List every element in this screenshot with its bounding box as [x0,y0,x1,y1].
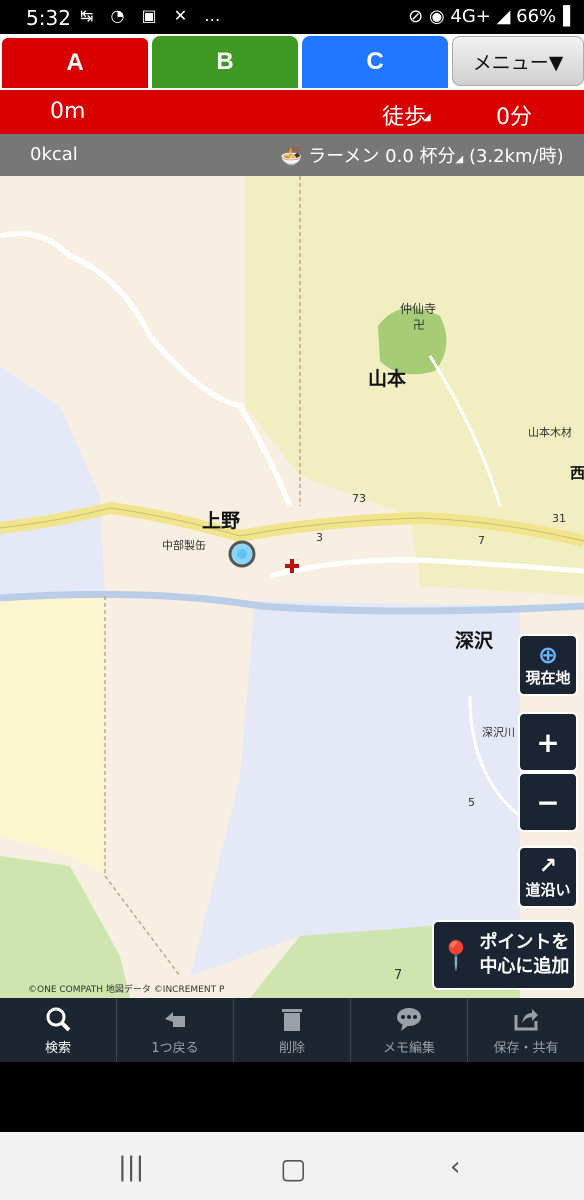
tab-a[interactable]: A [0,36,150,88]
add-point-center-button[interactable]: 📍 ポイントを 中心に追加 [432,920,576,990]
undo-label: 1つ戻る [151,1040,199,1056]
add-point-label-2: 中心に追加 [479,956,570,977]
route-summary-bar: 0m 徒歩 ◢ 0分 [0,90,584,134]
map-label-31: 31 [552,512,566,525]
blank-area [0,1062,584,1132]
map-label-fukasawa: 深沢 [455,630,494,652]
status-right-icons: ⊘ ◉ 4G+ ◢ 66%▐ [408,6,570,27]
map-area-blue-left [0,366,105,606]
save-share-button[interactable]: 保存・共有 [468,998,584,1062]
delete-button[interactable]: 削除 [234,998,351,1062]
along-road-label: 道沿い [525,880,571,899]
delete-label: 削除 [278,1040,305,1056]
travel-mode-selector[interactable]: 徒歩 [382,99,426,131]
minus-icon: − [536,785,560,819]
tab-c[interactable]: C [302,36,448,88]
map-pin-icon: 📍 [438,938,474,972]
add-point-label-1: ポイントを [479,932,570,953]
zoom-in-button[interactable]: + [518,712,578,772]
recent-apps-icon[interactable]: ||| [118,1152,144,1182]
map-label-factory: 中部製缶 [162,539,206,552]
map-canvas [0,176,584,998]
route-distance: 0m [50,99,86,124]
along-road-button[interactable]: ↗ 道沿い [518,846,578,908]
food-equivalent-selector[interactable]: 🍜 ラーメン 0.0 杯分◢ (3.2km/時) [280,142,564,168]
map-area-yellow-left [0,596,105,876]
bottom-toolbar: 検索 1つ戻る 削除 メモ編集 保存・共有 [0,998,584,1062]
map-area-green [0,856,130,998]
map-label-73: 73 [352,492,366,505]
current-location-button[interactable]: ⊕ 現在地 [518,634,578,696]
map-label-river: 深沢川 [482,726,515,739]
trend-line-icon: ↗ [538,853,558,879]
menu-button[interactable]: メニュー▼ [452,36,584,86]
tab-b[interactable]: B [152,36,298,88]
calorie-value: 0kcal [30,144,78,165]
map-label-3: 3 [316,531,323,544]
map-copyright: ©ONE COMPATH 地図データ ©INCREMENT P [28,985,225,995]
undo-button[interactable]: 1つ戻る [117,998,234,1062]
route-duration: 0分 [496,105,532,130]
map-label-ueno: 上野 [202,510,241,532]
system-nav-bar: ||| ▢ ‹ [0,1132,584,1200]
map-view[interactable]: 上野 山本 深沢 仲仙寺 卍 山本木材 中部製缶 深沢川 73 31 7 3 5… [0,176,584,998]
calorie-bar: 0kcal 🍜 ラーメン 0.0 杯分◢ (3.2km/時) [0,134,584,176]
search-button[interactable]: 検索 [0,998,117,1062]
home-icon[interactable]: ▢ [280,1152,306,1185]
walking-speed: (3.2km/時) [468,146,564,167]
map-label-west: 西 [570,464,584,482]
map-label-temple: 仲仙寺 [400,302,437,316]
memo-edit-button[interactable]: メモ編集 [351,998,468,1062]
search-icon [46,1007,71,1031]
status-time: 5:32 [26,6,71,30]
trash-icon [282,1008,302,1031]
zoom-out-button[interactable]: − [518,772,578,832]
map-label-7b: 7 [394,968,403,983]
notification-icons: ↹ ◔ ▣ ✕ … [80,6,227,25]
status-bar: 5:32 ↹ ◔ ▣ ✕ … ⊘ ◉ 4G+ ◢ 66%▐ [0,0,584,34]
food-equivalent-text: ラーメン 0.0 杯分 [308,146,456,167]
map-label-5: 5 [468,796,475,809]
undo-icon [165,1011,185,1027]
speech-bubble-icon [397,1007,421,1031]
back-icon[interactable]: ‹ [450,1152,460,1182]
map-label-7a: 7 [478,534,485,547]
save-share-label: 保存・共有 [493,1040,559,1056]
search-label: 検索 [44,1040,71,1056]
share-icon [514,1008,538,1030]
ramen-bowl-icon: 🍜 [280,146,303,167]
map-label-lumber: 山本木材 [528,426,572,439]
plus-icon: + [536,725,560,759]
temple-symbol-icon: 卍 [413,318,426,332]
crosshair-icon: ⊕ [537,640,559,669]
mode-dropdown-icon[interactable]: ◢ [423,112,431,123]
map-label-yamamoto: 山本 [368,368,407,390]
food-dropdown-icon: ◢ [455,154,464,165]
current-location-label: 現在地 [525,668,571,687]
route-tabs: A B C メニュー▼ [0,34,584,90]
memo-edit-label: メモ編集 [382,1040,435,1056]
